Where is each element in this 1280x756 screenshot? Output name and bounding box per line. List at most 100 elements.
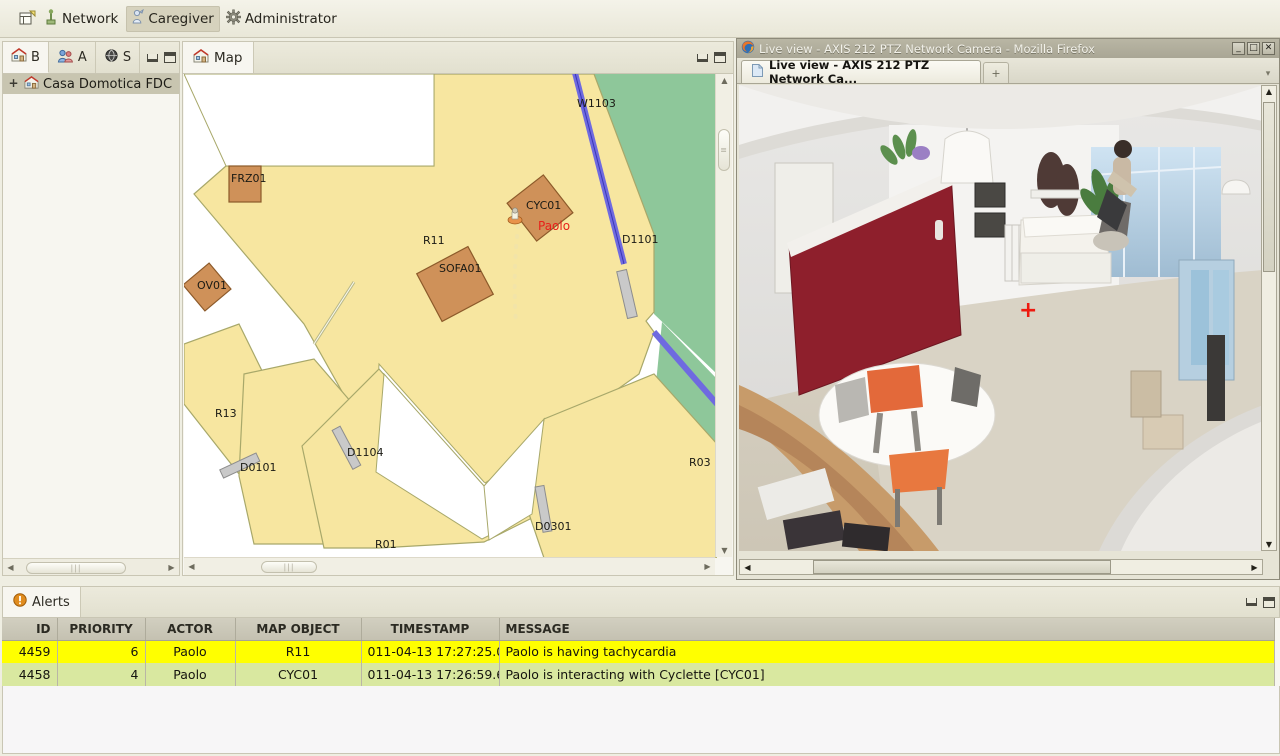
cell-timestamp: 011-04-13 17:27:25.0	[361, 640, 500, 663]
cell-priority: 6	[57, 640, 146, 663]
alerts-minimize-button[interactable]	[1246, 598, 1257, 606]
cell-message: Paolo is interacting with Cyclette [CYC0…	[499, 663, 1275, 686]
tab-sensors[interactable]: S	[96, 42, 141, 73]
scroll-grip-icon: ≡	[720, 145, 728, 155]
firefox-window-title: Live view - AXIS 212 PTZ Network Camera …	[759, 41, 1095, 56]
scroll-left-icon[interactable]: ◀	[184, 562, 199, 571]
firefox-titlebar[interactable]: Live view - AXIS 212 PTZ Network Camera …	[737, 39, 1279, 58]
tab-buildings[interactable]: B	[3, 42, 49, 73]
main-menubar: Network Caregiver Administrator	[0, 0, 1280, 38]
firefox-tab-live-view[interactable]: Live view - AXIS 212 PTZ Network Ca...	[741, 58, 981, 86]
table-row[interactable]: 4459 6 Paolo R11 011-04-13 17:27:25.0 Pa…	[2, 640, 1275, 663]
scroll-down-icon[interactable]: ▼	[1262, 540, 1276, 549]
tab-alerts[interactable]: Alerts	[3, 587, 81, 617]
tree-item-casa-domotica[interactable]: + Casa Domotica FDC	[3, 74, 179, 94]
tab-map[interactable]: Map	[183, 42, 254, 73]
cell-priority: 4	[57, 663, 146, 686]
map-maximize-button[interactable]	[714, 52, 726, 63]
cell-timestamp: 011-04-13 17:26:59.6	[361, 663, 500, 686]
scroll-right-icon[interactable]: ▶	[164, 563, 179, 572]
building-icon	[11, 47, 27, 67]
scroll-right-icon[interactable]: ▶	[1247, 563, 1262, 572]
tab-sensors-label: S	[122, 50, 132, 65]
firefox-minimize-button[interactable]: _	[1232, 42, 1245, 55]
column-header-actor[interactable]: ACTOR	[145, 618, 236, 641]
scroll-up-icon[interactable]: ▲	[1262, 86, 1276, 96]
menu-item-caregiver-label: Caregiver	[148, 10, 214, 27]
firefox-tab-list-button[interactable]: ▾	[1257, 69, 1279, 83]
tab-buildings-label: B	[31, 49, 40, 65]
firefox-window: Live view - AXIS 212 PTZ Network Camera …	[736, 38, 1280, 580]
firefox-maximize-button[interactable]: □	[1247, 42, 1260, 55]
map-canvas[interactable]: FRZ01 OV01 R11 SOFA01 CYC01 Paolo W1103 …	[184, 74, 717, 558]
cell-map-object: R11	[235, 640, 362, 663]
building-icon	[24, 75, 39, 94]
page-icon	[752, 64, 763, 80]
firefox-window-buttons: _ □ ✕	[1232, 42, 1277, 55]
cell-id: 4459	[2, 640, 58, 663]
scroll-down-icon[interactable]: ▼	[716, 546, 733, 555]
column-header-message[interactable]: MESSAGE	[499, 618, 1275, 641]
firefox-scroll-thumb-vertical[interactable]	[1263, 102, 1275, 272]
menu-item-administrator-label: Administrator	[244, 10, 337, 27]
alerts-empty-area	[2, 686, 1280, 754]
navigator-maximize-button[interactable]	[164, 52, 177, 63]
map-floorplan[interactable]	[184, 74, 717, 558]
map-vertical-scrollbar[interactable]: ▲ ≡ ▼	[715, 74, 732, 557]
map-scroll-thumb-vertical[interactable]: ≡	[718, 129, 730, 171]
menu-item-network-label: Network	[62, 10, 119, 27]
column-header-priority[interactable]: PRIORITY	[57, 618, 146, 641]
tree-item-label: Casa Domotica FDC	[43, 76, 173, 92]
scroll-left-icon[interactable]: ◀	[3, 563, 18, 572]
map-tabbar: Map	[183, 42, 733, 74]
menu-item-network[interactable]: Network	[40, 6, 124, 32]
navigator-scroll-thumb[interactable]: |||	[26, 561, 126, 574]
map-scroll-thumb-horizontal[interactable]: |||	[261, 561, 317, 573]
alert-warning-icon	[13, 593, 27, 611]
tree-expander-icon[interactable]: +	[7, 77, 20, 91]
firefox-new-tab-button[interactable]: +	[983, 62, 1009, 83]
navigator-minimize-button[interactable]	[147, 53, 159, 62]
navigator-scroll-track[interactable]: |||	[18, 561, 164, 574]
cell-actor: Paolo	[145, 663, 236, 686]
cell-actor: Paolo	[145, 640, 236, 663]
scroll-up-icon[interactable]: ▲	[716, 76, 733, 85]
column-header-map-object[interactable]: MAP OBJECT	[235, 618, 362, 641]
firefox-vertical-scrollbar[interactable]: ▲ ▼	[1261, 85, 1277, 551]
column-header-timestamp[interactable]: TIMESTAMP	[361, 618, 500, 641]
camera-crosshair-icon: +	[1019, 298, 1038, 323]
alerts-table-header-row: ID PRIORITY ACTOR MAP OBJECT TIMESTAMP M…	[2, 618, 1275, 641]
column-header-id[interactable]: ID	[2, 618, 58, 641]
actors-people-icon	[57, 48, 74, 68]
map-window-buttons	[690, 42, 733, 73]
firefox-scroll-thumb-horizontal[interactable]	[813, 560, 1111, 574]
map-panel: Map FRZ01 OV01 R11 SOFA01 CYC01 Paolo W1…	[182, 41, 734, 576]
tab-actors[interactable]: A	[49, 42, 96, 73]
map-minimize-button[interactable]	[697, 53, 708, 62]
firefox-tabstrip: Live view - AXIS 212 PTZ Network Ca... +…	[737, 58, 1279, 86]
menu-item-caregiver[interactable]: Caregiver	[126, 5, 220, 32]
navigator-horizontal-scrollbar[interactable]: ◀ ||| ▶	[3, 558, 179, 575]
alerts-maximize-button[interactable]	[1263, 596, 1275, 608]
menu-item-administrator[interactable]: Administrator	[222, 6, 343, 32]
alerts-tabbar: Alerts	[2, 586, 1280, 618]
new-window-icon[interactable]	[14, 8, 40, 30]
firefox-tab-label: Live view - AXIS 212 PTZ Network Ca...	[769, 58, 930, 86]
scroll-grip-icon: |||	[283, 562, 295, 572]
camera-live-view[interactable]: +	[739, 85, 1263, 551]
building-tree: + Casa Domotica FDC	[3, 74, 179, 94]
firefox-icon	[741, 40, 755, 57]
scroll-right-icon[interactable]: ▶	[700, 562, 715, 571]
scroll-left-icon[interactable]: ◀	[740, 563, 755, 572]
cell-map-object: CYC01	[235, 663, 362, 686]
network-node-icon	[44, 8, 58, 29]
caregiver-person-icon	[130, 8, 145, 29]
alerts-window-buttons	[1242, 587, 1279, 617]
firefox-scroll-track[interactable]	[755, 560, 1247, 574]
map-canvas-area: FRZ01 OV01 R11 SOFA01 CYC01 Paolo W1103 …	[184, 74, 732, 575]
firefox-close-button[interactable]: ✕	[1262, 42, 1275, 55]
firefox-horizontal-scrollbar[interactable]: ◀ ▶	[739, 559, 1263, 575]
map-horizontal-scrollbar[interactable]: ◀ ||| ▶	[184, 557, 715, 575]
table-row[interactable]: 4458 4 Paolo CYC01 011-04-13 17:26:59.6 …	[2, 663, 1275, 686]
map-scroll-track[interactable]: |||	[199, 560, 700, 573]
